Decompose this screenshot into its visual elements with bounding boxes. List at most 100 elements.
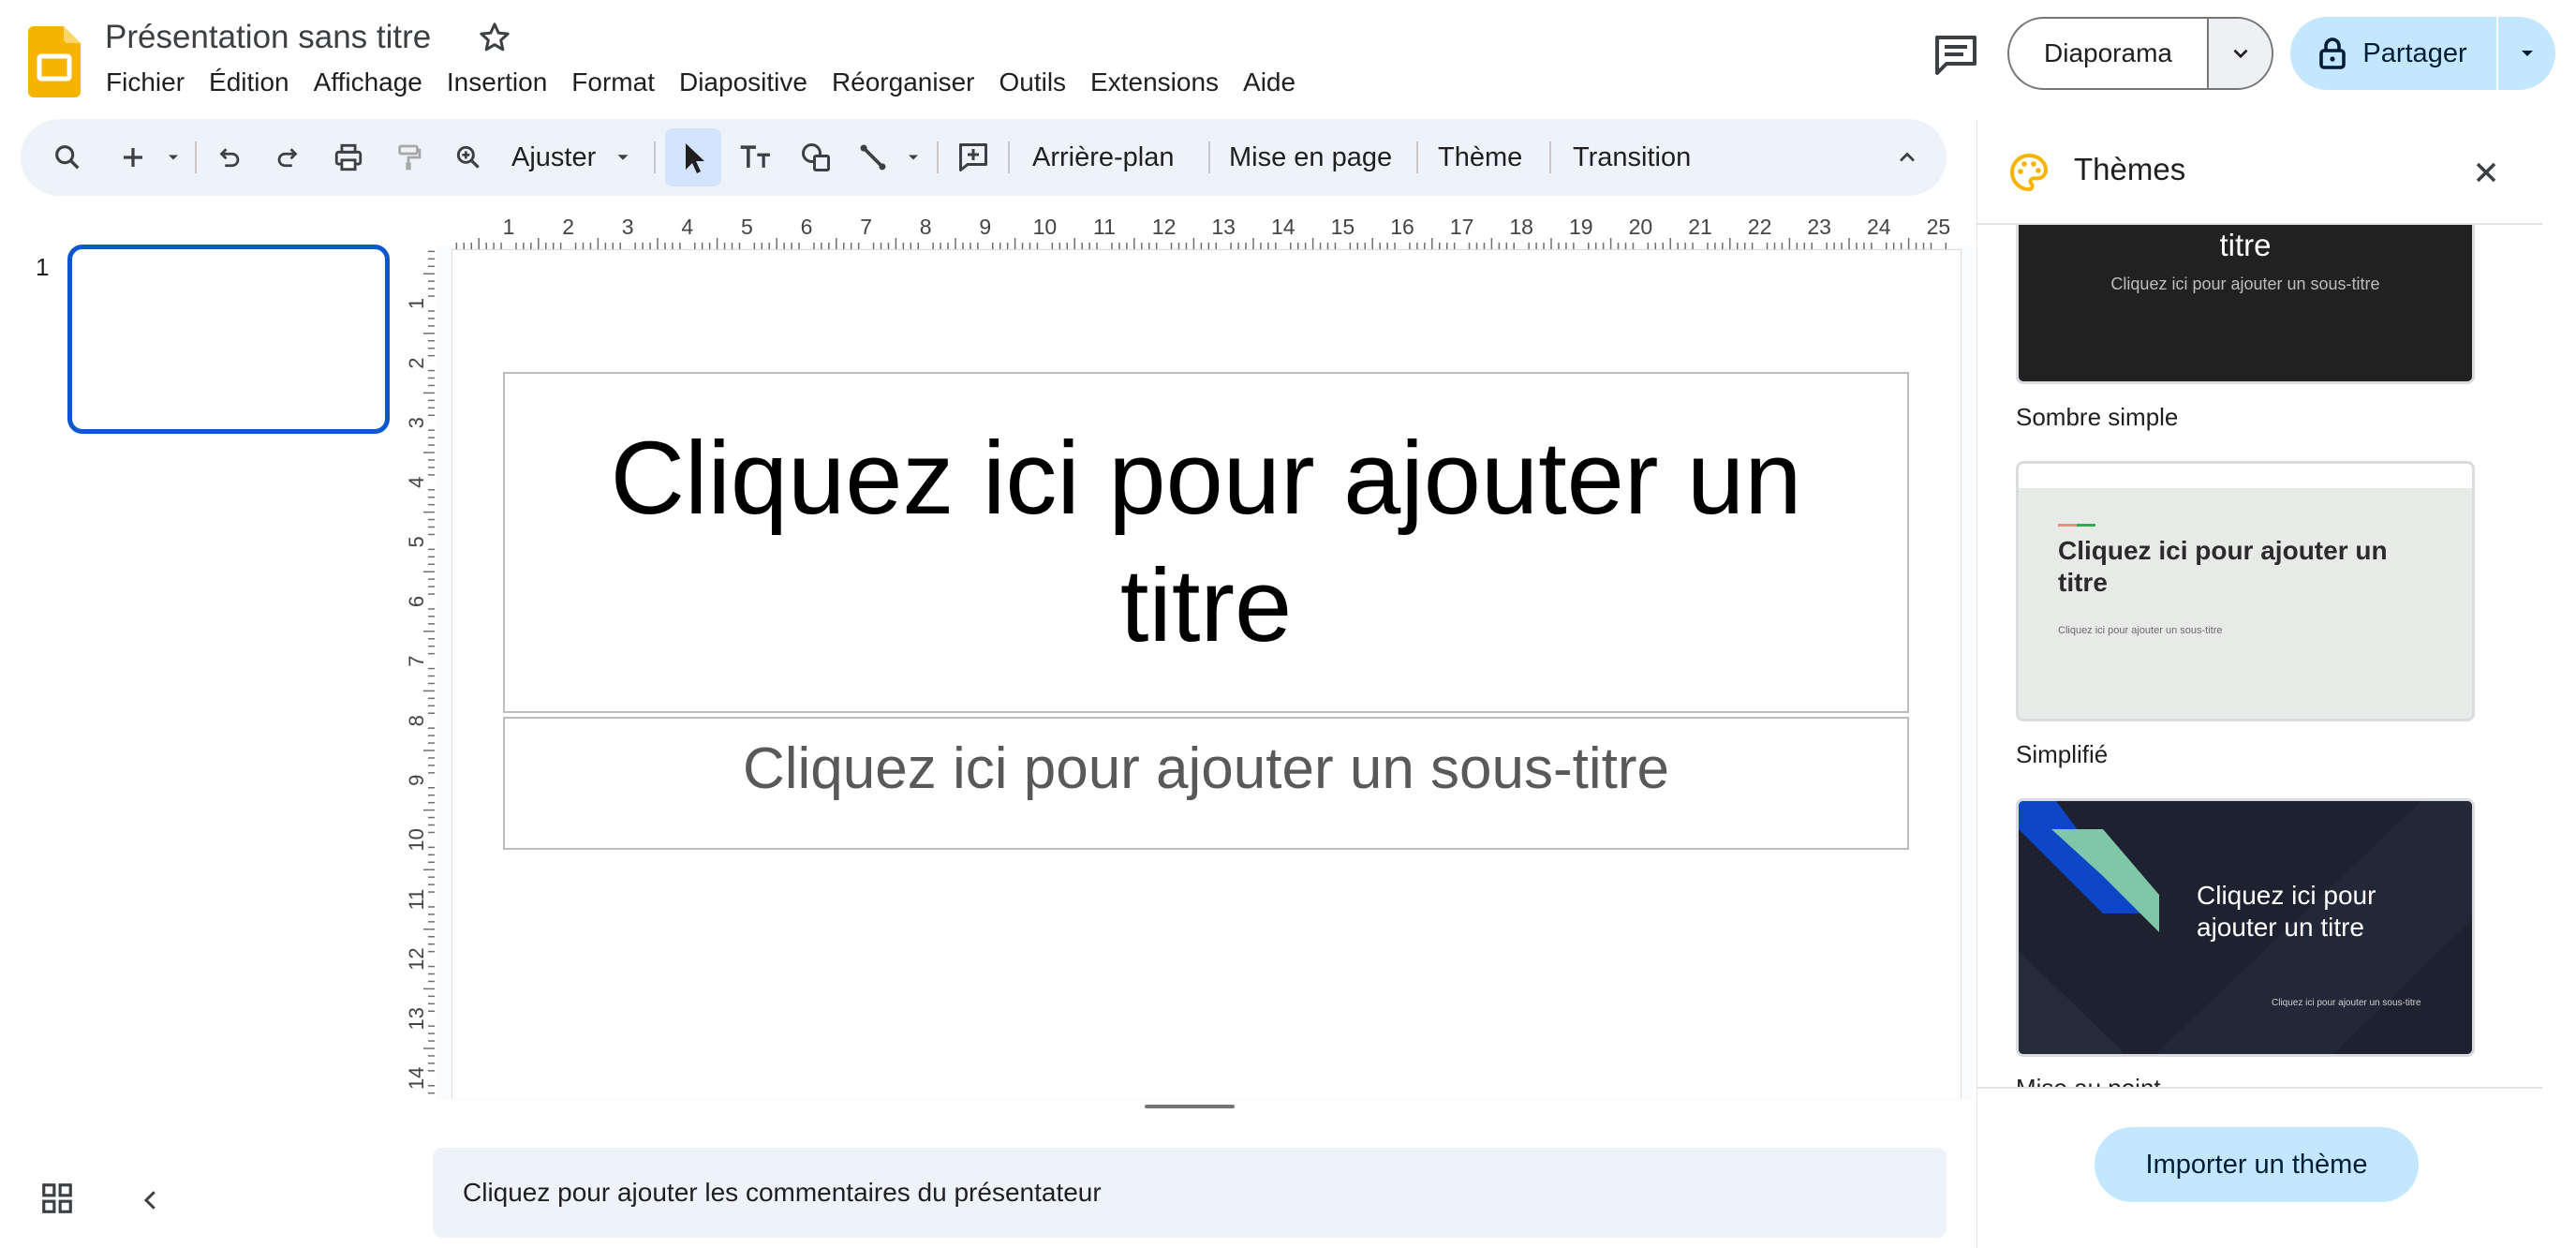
title-placeholder-text: Cliquez ici pour ajouter un titre — [610, 421, 1802, 663]
ruler-label: 2 — [405, 357, 428, 368]
menu-item-affichage[interactable]: Affichage — [302, 64, 435, 101]
ruler-label: 4 — [405, 477, 428, 488]
share-main[interactable]: Partager — [2290, 17, 2498, 90]
ruler-label: 2 — [562, 215, 574, 239]
slide-thumbnail[interactable] — [67, 245, 390, 434]
title-placeholder[interactable]: Cliquez ici pour ajouter un titre — [503, 372, 1909, 713]
panel-divider — [1976, 1087, 2542, 1089]
menu-item-outils[interactable]: Outils — [986, 64, 1078, 101]
toolbar-divider — [195, 141, 197, 173]
theme-preview-topbar — [2019, 464, 2472, 488]
ruler-label: 1 — [503, 215, 515, 239]
ruler-label: 10 — [405, 828, 428, 851]
print-icon[interactable] — [328, 119, 369, 196]
zoom-value: Ajuster — [511, 141, 597, 172]
line-icon[interactable] — [852, 119, 894, 196]
slideshow-dropdown[interactable] — [2209, 19, 2272, 88]
chevron-down-icon — [2233, 49, 2247, 59]
theme-card-mise-au-point[interactable]: Cliquez ici pour ajouter un titre Clique… — [2016, 798, 2475, 1057]
theme-preview-subtitle: Cliquez ici pour ajouter un sous-titre — [2272, 998, 2421, 1008]
close-icon[interactable] — [2469, 156, 2503, 189]
lock-icon — [2319, 37, 2347, 69]
theme-name-sombre-simple: Sombre simple — [2016, 403, 2179, 431]
menu-item-diapositive[interactable]: Diapositive — [667, 64, 820, 101]
import-theme-button[interactable]: Importer un thème — [2095, 1127, 2419, 1202]
new-slide-icon[interactable] — [114, 119, 152, 196]
notes-resize-handle[interactable] — [1145, 1105, 1235, 1108]
ruler-label: 12 — [1152, 215, 1177, 239]
ruler-label: 11 — [1093, 215, 1116, 239]
vertical-ruler: 1234567891011121314 — [405, 250, 435, 1094]
ruler-label: 5 — [741, 215, 753, 239]
slides-logo[interactable] — [28, 26, 81, 97]
ruler-label: 8 — [920, 215, 932, 239]
ruler-label: 13 — [405, 1007, 428, 1030]
ruler-label: 24 — [1867, 215, 1891, 239]
layout-button[interactable]: Mise en page — [1229, 119, 1392, 196]
menu-item-reorganiser[interactable]: Réorganiser — [820, 64, 987, 101]
ruler-label: 7 — [860, 215, 872, 239]
toolbar-divider — [1208, 141, 1210, 173]
slideshow-label[interactable]: Diaporama — [2009, 19, 2209, 88]
new-slide-dropdown-icon[interactable] — [161, 119, 185, 196]
text-box-icon[interactable] — [733, 119, 779, 196]
undo-icon[interactable] — [208, 119, 249, 196]
menu-item-edition[interactable]: Édition — [197, 64, 302, 101]
theme-preview-subtitle: Cliquez ici pour ajouter un sous-titre — [2058, 625, 2223, 636]
zoom-select[interactable]: Ajuster — [511, 119, 633, 196]
ruler-label: 12 — [405, 947, 428, 970]
ruler-label: 9 — [405, 775, 428, 786]
theme-button[interactable]: Thème — [1438, 119, 1522, 196]
ruler-label: 16 — [1390, 215, 1414, 239]
shape-icon[interactable] — [792, 119, 839, 196]
search-icon[interactable] — [47, 119, 88, 196]
comments-icon[interactable] — [1932, 32, 1980, 77]
transition-button[interactable]: Transition — [1573, 119, 1691, 196]
menu-item-format[interactable]: Format — [559, 64, 667, 101]
add-comment-icon[interactable] — [950, 119, 997, 196]
star-icon[interactable] — [476, 19, 513, 56]
subtitle-placeholder-text: Cliquez ici pour ajouter un sous-titre — [742, 736, 1670, 801]
ruler-label: 22 — [1748, 215, 1772, 239]
subtitle-placeholder[interactable]: Cliquez ici pour ajouter un sous-titre — [503, 717, 1909, 850]
theme-card-sombre-simple[interactable]: titre Cliquez ici pour ajouter un sous-t… — [2016, 225, 2475, 384]
ruler-label: 3 — [622, 215, 634, 239]
zoom-icon[interactable] — [448, 119, 489, 196]
line-dropdown-icon[interactable] — [901, 119, 925, 196]
share-label: Partager — [2362, 37, 2467, 68]
document-title[interactable]: Présentation sans titre — [105, 19, 431, 56]
palette-icon — [2006, 150, 2051, 195]
theme-preview-title: Cliquez ici pour ajouter un titre — [2197, 881, 2376, 942]
toolbar-divider — [937, 141, 939, 173]
share-dropdown[interactable] — [2498, 17, 2555, 90]
share-button[interactable]: Partager — [2290, 17, 2555, 90]
slide-number: 1 — [36, 253, 50, 281]
collapse-toolbar-icon[interactable] — [1888, 119, 1926, 196]
toolbar-divider — [1008, 141, 1010, 173]
chevron-left-icon[interactable] — [137, 1184, 165, 1216]
themes-list: titre Cliquez ici pour ajouter un sous-t… — [1976, 225, 2542, 1087]
speaker-notes[interactable]: Cliquez pour ajouter les commentaires du… — [433, 1148, 1947, 1238]
menu-item-fichier[interactable]: Fichier — [94, 64, 197, 101]
slideshow-button[interactable]: Diaporama — [2007, 17, 2273, 90]
ruler-label: 18 — [1509, 215, 1533, 239]
theme-card-simplifie[interactable]: Cliquez ici pour ajouter un titre Clique… — [2016, 461, 2475, 721]
toolbar-divider — [1416, 141, 1418, 173]
select-tool[interactable] — [665, 128, 721, 186]
ruler-label: 7 — [405, 655, 428, 666]
theme-preview-subtitle: Cliquez ici pour ajouter un sous-titre — [2110, 275, 2380, 293]
menu-item-insertion[interactable]: Insertion — [435, 64, 559, 101]
grid-view-icon[interactable] — [39, 1181, 75, 1216]
ruler-label: 17 — [1450, 215, 1474, 239]
paint-format-icon — [388, 119, 429, 196]
redo-icon[interactable] — [268, 119, 309, 196]
theme-preview-accent — [2058, 524, 2095, 527]
toolbar-divider — [1549, 141, 1551, 173]
ruler-label: 14 — [405, 1067, 428, 1090]
background-button[interactable]: Arrière-plan — [1032, 119, 1175, 196]
ruler-label: 4 — [681, 215, 693, 239]
toolbar: Ajuster Arrière-plan Mise en page Thème … — [21, 119, 1947, 196]
menu-item-extensions[interactable]: Extensions — [1078, 64, 1231, 101]
menu-item-aide[interactable]: Aide — [1231, 64, 1308, 101]
ruler-label: 15 — [1331, 215, 1355, 239]
